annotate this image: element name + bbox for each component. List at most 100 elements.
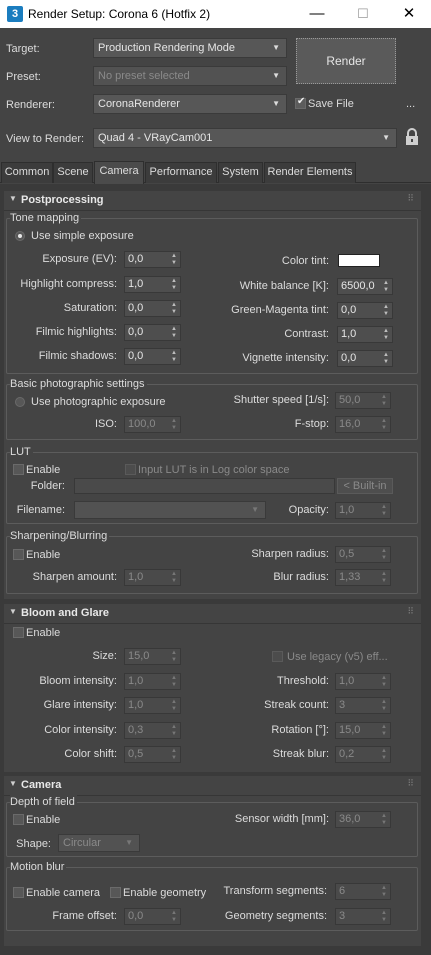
minimize-button[interactable]: —: [294, 0, 340, 28]
filmic-highlights-spinner[interactable]: 0,0 ▲ ▼: [124, 324, 181, 341]
app-icon: 3: [7, 6, 23, 22]
transform-segments-spinner[interactable]: 6 ▲ ▼: [335, 883, 391, 900]
preset-value: No preset selected: [98, 70, 190, 82]
save-file-checkbox[interactable]: ✔: [295, 96, 306, 109]
use-simple-exposure-label: Use simple exposure: [31, 230, 134, 242]
more-options-button[interactable]: ...: [406, 97, 415, 111]
streak-count-spinner[interactable]: 3 ▲ ▼: [335, 697, 391, 714]
sharpen-amount-spinner[interactable]: 1,0 ▲ ▼: [124, 569, 181, 586]
chevron-down-icon: ▼: [251, 505, 259, 514]
tab-system[interactable]: System: [218, 162, 263, 183]
size-spinner[interactable]: 15,0 ▲ ▼: [124, 648, 181, 665]
sensor-width-label: Sensor width [mm]:: [234, 813, 329, 825]
renderer-dropdown[interactable]: CoronaRenderer ▼: [93, 94, 287, 114]
iso-spinner[interactable]: 100,0 ▲ ▼: [124, 416, 181, 433]
window-title: Render Setup: Corona 6 (Hotfix 2): [28, 7, 211, 21]
filmic-highlights-label: Filmic highlights:: [35, 326, 117, 338]
green-magenta-spinner[interactable]: 0,0 ▲ ▼: [337, 302, 393, 319]
color-intensity-label: Color intensity:: [44, 724, 117, 736]
render-button[interactable]: Render: [296, 38, 396, 84]
tab-common[interactable]: Common: [1, 162, 53, 183]
saturation-spinner[interactable]: 0,0 ▲ ▼: [124, 300, 181, 317]
bloom-intensity-label: Bloom intensity:: [39, 675, 117, 687]
view-to-render-dropdown[interactable]: Quad 4 - VRayCam001 ▼: [93, 128, 397, 148]
close-button[interactable]: ✕: [386, 0, 431, 28]
tab-performance[interactable]: Performance: [145, 162, 217, 183]
white-balance-spinner[interactable]: 6500,0 ▲ ▼: [337, 278, 393, 295]
target-dropdown[interactable]: Production Rendering Mode ▼: [93, 38, 287, 58]
drag-handle-icon[interactable]: ⠿: [407, 193, 414, 204]
sensor-width-spinner[interactable]: 36,0 ▲ ▼: [335, 811, 391, 828]
use-legacy-checkbox[interactable]: [272, 651, 283, 662]
vignette-spinner[interactable]: 0,0 ▲ ▼: [337, 350, 393, 367]
opacity-spinner[interactable]: 1,0 ▲ ▼: [335, 502, 391, 519]
glare-intensity-spinner[interactable]: 1,0 ▲ ▼: [124, 697, 181, 714]
dof-enable-checkbox[interactable]: [13, 814, 24, 825]
glare-intensity-label: Glare intensity:: [43, 699, 117, 711]
drag-handle-icon[interactable]: ⠿: [407, 778, 414, 789]
frame-offset-spinner[interactable]: 0,0 ▲ ▼: [124, 908, 181, 925]
lut-enable-checkbox[interactable]: [13, 464, 24, 475]
chevron-down-icon: ▼: [272, 99, 280, 108]
renderer-label: Renderer:: [6, 99, 55, 111]
tab-scene[interactable]: Scene: [53, 162, 93, 183]
filename-dropdown[interactable]: ▼: [74, 501, 266, 519]
view-to-render-value: Quad 4 - VRayCam001: [98, 132, 213, 144]
drag-handle-icon[interactable]: ⠿: [407, 606, 414, 617]
color-shift-spinner[interactable]: 0,5 ▲ ▼: [124, 746, 181, 763]
streak-blur-spinner[interactable]: 0,2 ▲ ▼: [335, 746, 391, 763]
enable-camera-checkbox[interactable]: [13, 887, 24, 898]
shape-dropdown[interactable]: Circular ▼: [58, 834, 140, 852]
filmic-shadows-spinner[interactable]: 0,0 ▲ ▼: [124, 348, 181, 365]
saturation-label: Saturation:: [63, 302, 117, 314]
use-photographic-radio[interactable]: [15, 397, 25, 407]
collapse-triangle-icon: ▼: [9, 607, 17, 616]
shutter-speed-spinner[interactable]: 50,0 ▲ ▼: [335, 392, 391, 409]
camera-header[interactable]: ▼ Camera ⠿: [4, 776, 421, 796]
use-photographic-label: Use photographic exposure: [31, 396, 166, 408]
bloom-intensity-spinner[interactable]: 1,0 ▲ ▼: [124, 673, 181, 690]
tab-render-elements[interactable]: Render Elements: [264, 162, 356, 183]
exposure-spinner[interactable]: 0,0 ▲ ▼: [124, 251, 181, 268]
color-tint-swatch[interactable]: [338, 254, 380, 267]
lut-enable-label: Enable: [26, 464, 61, 476]
use-simple-exposure-radio[interactable]: [15, 231, 25, 241]
renderer-value: CoronaRenderer: [98, 98, 180, 110]
enable-geometry-label: Enable geometry: [123, 887, 207, 899]
tab-camera[interactable]: Camera: [94, 161, 144, 184]
sharpen-amount-label: Sharpen amount:: [32, 571, 117, 583]
contrast-spinner[interactable]: 1,0 ▲ ▼: [337, 326, 393, 343]
sharpening-enable-checkbox[interactable]: [13, 549, 24, 560]
geometry-segments-spinner[interactable]: 3 ▲ ▼: [335, 908, 391, 925]
view-to-render-label: View to Render:: [6, 133, 85, 145]
fstop-spinner[interactable]: 16,0 ▲ ▼: [335, 416, 391, 433]
save-file-label: Save File: [308, 98, 354, 110]
rotation-spinner[interactable]: 15,0 ▲ ▼: [335, 722, 391, 739]
tone-mapping-label: Tone mapping: [10, 211, 82, 225]
chevron-down-icon: ▼: [272, 71, 280, 80]
bloom-enable-checkbox[interactable]: [13, 627, 24, 638]
postprocessing-header[interactable]: ▼ Postprocessing ⠿: [4, 191, 421, 211]
threshold-spinner[interactable]: 1,0 ▲ ▼: [335, 673, 391, 690]
iso-label: ISO:: [94, 418, 117, 430]
collapse-triangle-icon: ▼: [9, 779, 17, 788]
blur-radius-spinner[interactable]: 1,33 ▲ ▼: [335, 569, 391, 586]
frame-offset-label: Frame offset:: [52, 910, 117, 922]
contrast-label: Contrast:: [284, 328, 329, 340]
preset-dropdown[interactable]: No preset selected ▼: [93, 66, 287, 86]
shape-label: Shape:: [16, 838, 51, 850]
enable-geometry-checkbox[interactable]: [110, 887, 121, 898]
lock-icon[interactable]: [404, 128, 420, 146]
exposure-label: Exposure (EV):: [42, 253, 117, 265]
input-log-checkbox[interactable]: [125, 464, 136, 475]
maximize-button[interactable]: ☐: [340, 0, 386, 28]
folder-field[interactable]: [74, 478, 335, 494]
color-intensity-spinner[interactable]: 0,3 ▲ ▼: [124, 722, 181, 739]
enable-camera-label: Enable camera: [26, 887, 100, 899]
green-magenta-label: Green-Magenta tint:: [231, 304, 329, 316]
builtin-button[interactable]: < Built-in: [337, 478, 393, 494]
basic-photographic-label: Basic photographic settings: [10, 377, 147, 391]
highlight-compress-spinner[interactable]: 1,0 ▲ ▼: [124, 276, 181, 293]
sharpen-radius-spinner[interactable]: 0,5 ▲ ▼: [335, 546, 391, 563]
bloom-glare-header[interactable]: ▼ Bloom and Glare ⠿: [4, 604, 421, 624]
